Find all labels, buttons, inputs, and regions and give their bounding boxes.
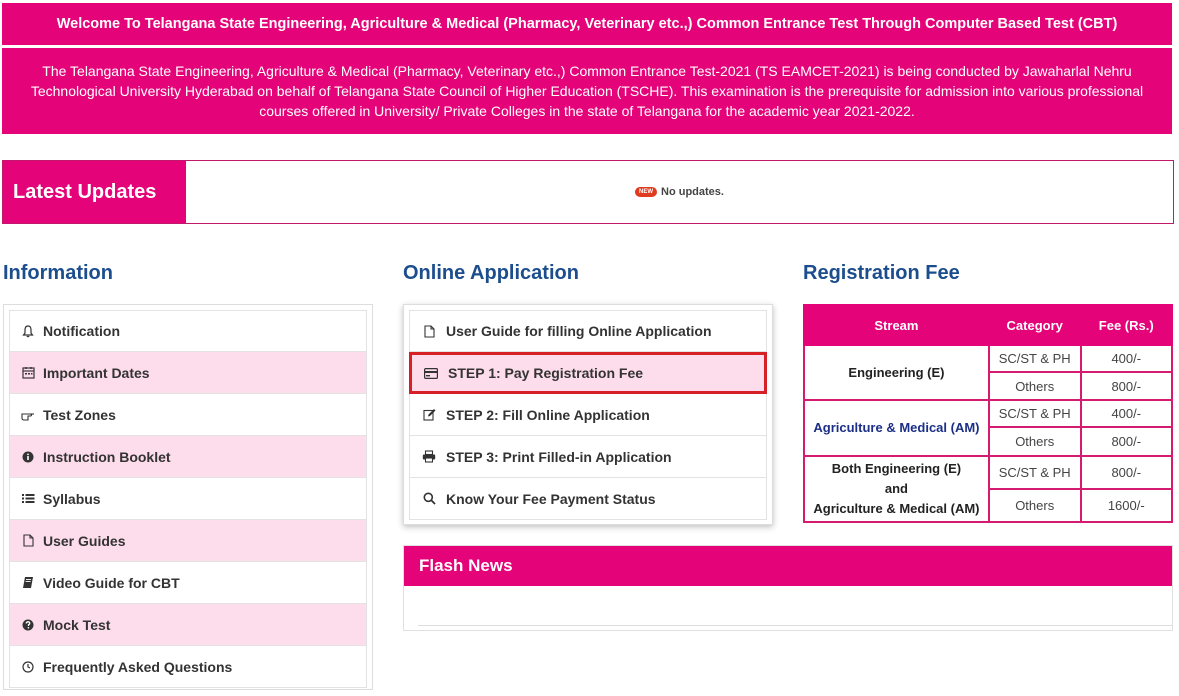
info-item-syllabus[interactable]: Syllabus bbox=[9, 478, 367, 520]
info-item-label: Video Guide for CBT bbox=[43, 574, 180, 591]
information-list: Notification Important Dates Test Zones … bbox=[3, 304, 373, 690]
info-item-user-guides[interactable]: User Guides bbox=[9, 520, 367, 562]
latest-updates-panel: Latest Updates NEW No updates. bbox=[2, 160, 1174, 224]
edit-icon bbox=[420, 408, 438, 421]
fee-table-header: Stream Category Fee (Rs.) bbox=[803, 304, 1174, 346]
app-item-step3-print[interactable]: STEP 3: Print Filled-in Application bbox=[409, 436, 767, 478]
column-header-category: Category bbox=[987, 304, 1082, 346]
list-icon bbox=[19, 493, 37, 504]
search-icon bbox=[420, 492, 438, 505]
column-header-fee: Fee (Rs.) bbox=[1079, 304, 1174, 346]
document-icon bbox=[420, 324, 438, 338]
app-item-step1-pay-fee[interactable]: STEP 1: Pay Registration Fee bbox=[409, 352, 767, 394]
document-icon bbox=[19, 534, 37, 547]
app-item-label: STEP 1: Pay Registration Fee bbox=[448, 365, 644, 381]
latest-updates-body: NEW No updates. bbox=[186, 161, 1173, 223]
info-item-video-guide[interactable]: Video Guide for CBT bbox=[9, 562, 367, 604]
registration-fee-heading: Registration Fee bbox=[803, 262, 960, 284]
app-item-label: Know Your Fee Payment Status bbox=[446, 490, 656, 507]
credit-card-icon bbox=[422, 367, 440, 379]
category-cell: SC/ST & PH bbox=[987, 454, 1082, 490]
info-item-label: Instruction Booklet bbox=[43, 448, 171, 465]
fee-cell: 400/- bbox=[1079, 399, 1174, 429]
flash-news-body bbox=[404, 586, 1172, 632]
info-item-label: Frequently Asked Questions bbox=[43, 658, 233, 675]
app-item-step2-fill[interactable]: STEP 2: Fill Online Application bbox=[409, 394, 767, 436]
fee-cell: 1600/- bbox=[1079, 487, 1174, 524]
table-row: Both Engineering (E) and Agriculture & M… bbox=[803, 454, 1174, 524]
app-item-label: User Guide for filling Online Applicatio… bbox=[446, 323, 712, 339]
fee-cell: 800/- bbox=[1079, 371, 1174, 402]
category-cell: SC/ST & PH bbox=[987, 343, 1082, 374]
online-application-list: User Guide for filling Online Applicatio… bbox=[403, 304, 773, 525]
stream-engineering: Engineering (E) bbox=[803, 343, 990, 402]
info-item-label: Syllabus bbox=[43, 490, 101, 507]
info-item-label: Mock Test bbox=[43, 616, 111, 633]
info-item-test-zones[interactable]: Test Zones bbox=[9, 394, 367, 436]
category-cell: Others bbox=[987, 371, 1082, 402]
info-item-label: Notification bbox=[43, 323, 120, 339]
stream-both-line3: Agriculture & Medical (AM) bbox=[813, 500, 980, 516]
fee-cell: 800/- bbox=[1079, 426, 1174, 457]
latest-updates-label: Latest Updates bbox=[3, 161, 186, 223]
stream-both-line2: and bbox=[884, 480, 908, 496]
flash-news-divider bbox=[418, 625, 1172, 626]
info-item-label: Test Zones bbox=[43, 406, 116, 423]
info-item-label: Important Dates bbox=[43, 364, 150, 381]
app-item-label: STEP 2: Fill Online Application bbox=[446, 406, 650, 423]
category-cell: Others bbox=[987, 487, 1082, 524]
flash-news-heading: Flash News bbox=[404, 546, 1172, 586]
info-item-instruction-booklet[interactable]: Instruction Booklet bbox=[9, 436, 367, 478]
no-updates-text: No updates. bbox=[661, 186, 724, 198]
info-item-mock-test[interactable]: Mock Test bbox=[9, 604, 367, 646]
info-item-notification[interactable]: Notification bbox=[9, 310, 367, 352]
fee-cell: 800/- bbox=[1079, 454, 1174, 490]
online-application-heading: Online Application bbox=[403, 262, 579, 284]
question-icon bbox=[19, 619, 37, 631]
flash-news-panel: Flash News bbox=[403, 545, 1173, 631]
bell-icon bbox=[19, 324, 37, 338]
banner-title: Welcome To Telangana State Engineering, … bbox=[2, 3, 1172, 45]
info-item-important-dates[interactable]: Important Dates bbox=[9, 352, 367, 394]
new-badge-icon: NEW bbox=[635, 187, 658, 197]
banner-description: The Telangana State Engineering, Agricul… bbox=[2, 48, 1172, 134]
column-header-stream: Stream bbox=[803, 304, 990, 346]
fee-cell: 400/- bbox=[1079, 343, 1174, 374]
stream-both-line1: Both Engineering (E) bbox=[831, 460, 962, 476]
stream-agriculture-medical: Agriculture & Medical (AM) bbox=[803, 399, 990, 457]
table-row: Engineering (E) SC/ST & PH 400/- bbox=[803, 343, 1174, 402]
info-item-faq[interactable]: Frequently Asked Questions bbox=[9, 646, 367, 688]
calendar-icon bbox=[19, 366, 37, 379]
info-item-label: User Guides bbox=[43, 532, 126, 549]
print-icon bbox=[420, 450, 438, 463]
stream-both: Both Engineering (E) and Agriculture & M… bbox=[803, 454, 990, 524]
book-icon bbox=[19, 576, 37, 589]
category-cell: SC/ST & PH bbox=[987, 399, 1082, 429]
category-cell: Others bbox=[987, 426, 1082, 457]
registration-fee-table: Stream Category Fee (Rs.) Engineering (E… bbox=[803, 304, 1174, 524]
information-heading: Information bbox=[3, 262, 113, 284]
table-row: Agriculture & Medical (AM) SC/ST & PH 40… bbox=[803, 399, 1174, 457]
info-icon bbox=[19, 451, 37, 463]
clock-icon bbox=[19, 660, 37, 673]
pointing-hand-icon bbox=[19, 409, 37, 421]
app-item-fee-status[interactable]: Know Your Fee Payment Status bbox=[409, 478, 767, 520]
app-item-user-guide[interactable]: User Guide for filling Online Applicatio… bbox=[409, 310, 767, 352]
app-item-label: STEP 3: Print Filled-in Application bbox=[446, 448, 672, 465]
